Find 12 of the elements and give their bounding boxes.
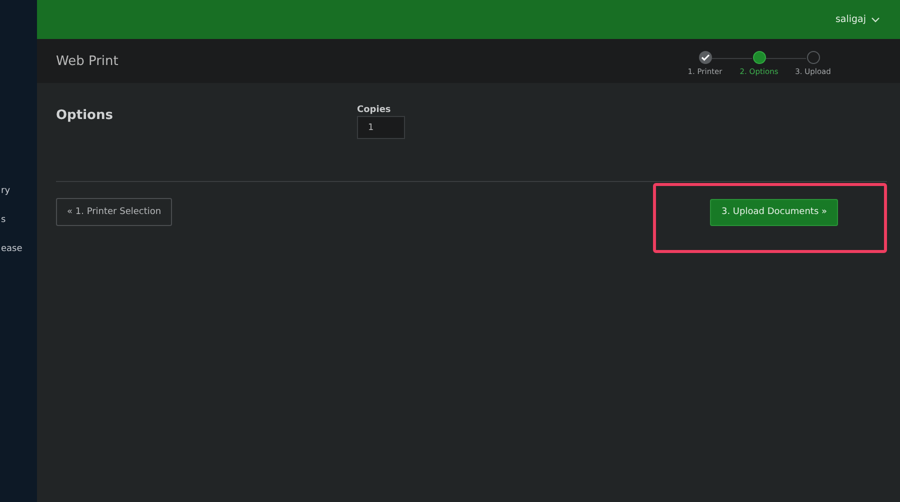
sidebar-item[interactable]: s bbox=[1, 213, 6, 227]
next-button[interactable]: 3. Upload Documents » bbox=[710, 198, 838, 226]
sidebar-item[interactable]: ry bbox=[1, 184, 10, 198]
user-menu[interactable]: saligaj bbox=[835, 14, 880, 25]
chevron-icon bbox=[871, 16, 880, 22]
page-title: Web Print bbox=[56, 54, 118, 68]
sidebar-item[interactable]: ease bbox=[1, 242, 22, 256]
check-icon bbox=[700, 54, 710, 60]
copies-field[interactable]: 1 bbox=[357, 116, 405, 139]
back-button[interactable]: « 1. Printer Selection bbox=[56, 198, 172, 226]
field-label: Copies bbox=[357, 105, 392, 115]
section-title: Options bbox=[56, 108, 114, 125]
